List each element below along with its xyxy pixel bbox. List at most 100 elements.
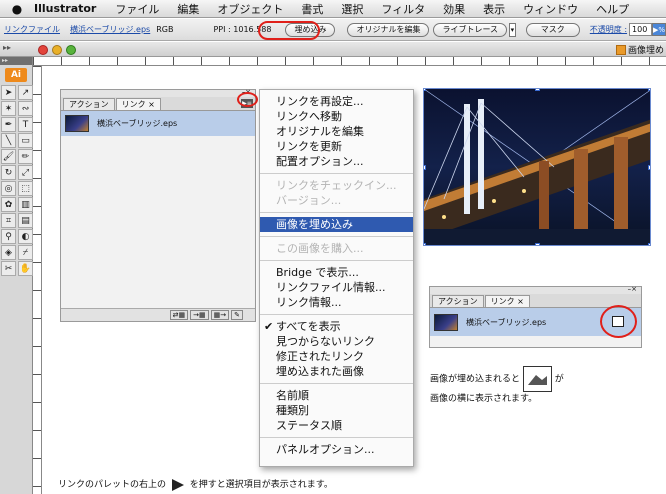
mask-button[interactable]: マスク — [525, 22, 580, 37]
bounding-handle[interactable] — [648, 243, 650, 245]
menu-view[interactable]: 表示 — [483, 1, 505, 17]
menu-filter[interactable]: フィルタ — [381, 1, 425, 17]
mesh-tool-icon[interactable]: ⌗ — [1, 213, 16, 228]
bounding-handle[interactable] — [424, 89, 426, 91]
bottom-note-text-a: リンクのパレットの右上の — [58, 480, 167, 490]
hand-tool-icon[interactable]: ✋ — [18, 261, 33, 276]
bounding-handle[interactable] — [424, 165, 426, 170]
menu-window[interactable]: ウィンドウ — [523, 1, 578, 17]
slice-tool-icon[interactable]: ⌿ — [18, 245, 33, 260]
type-tool-icon[interactable]: T — [18, 117, 33, 132]
line-tool-icon[interactable]: ╲ — [1, 133, 16, 148]
horizontal-ruler[interactable] — [33, 57, 666, 66]
warp-tool-icon[interactable]: ◎ — [1, 181, 16, 196]
menu-go-to-link[interactable]: リンクへ移動 — [260, 109, 413, 124]
link-thumbnail — [434, 313, 458, 331]
trace-options-dropdown[interactable]: ▾ — [509, 22, 516, 37]
opacity-label[interactable]: 不透明度 : — [590, 24, 627, 35]
menu-sort-by-name[interactable]: 名前順 — [260, 388, 413, 403]
pencil-tool-icon[interactable]: ✏ — [18, 149, 33, 164]
lasso-tool-icon[interactable]: ∾ — [18, 101, 33, 116]
menu-edit-original[interactable]: オリジナルを編集 — [260, 124, 413, 139]
scissors-tool-icon[interactable]: ✂ — [1, 261, 16, 276]
placed-bridge-image[interactable] — [423, 88, 651, 246]
selection-tool-icon[interactable]: ➤ — [1, 85, 16, 100]
collapse-icon[interactable]: ▸▸ — [3, 43, 11, 52]
menu-type[interactable]: 書式 — [301, 1, 323, 17]
scale-tool-icon[interactable]: ⤢ — [18, 165, 33, 180]
bridge-illustration — [424, 89, 650, 245]
rectangle-tool-icon[interactable]: ▭ — [18, 133, 33, 148]
pen-tool-icon[interactable]: ✒ — [1, 117, 16, 132]
palette-close-icon[interactable]: –× — [628, 285, 637, 293]
paintbrush-tool-icon[interactable]: 🖌 — [1, 149, 16, 164]
live-trace-button[interactable]: ライブトレース — [433, 22, 508, 37]
menu-sort-by-status[interactable]: ステータス順 — [260, 418, 413, 433]
opacity-field[interactable]: 100 — [629, 23, 652, 36]
menu-object[interactable]: オブジェクト — [217, 1, 283, 17]
menu-sort-by-kind[interactable]: 種類別 — [260, 403, 413, 418]
blend-tool-icon[interactable]: ◐ — [18, 229, 33, 244]
bounding-handle[interactable] — [648, 165, 650, 170]
minimize-window-icon[interactable] — [52, 45, 62, 55]
tab-links[interactable]: リンク × — [115, 98, 161, 110]
opacity-popup-button[interactable]: ▶% — [652, 23, 666, 36]
bounding-handle[interactable] — [424, 243, 426, 245]
palette-menu-highlight — [237, 92, 258, 107]
menu-show-missing[interactable]: 見つからないリンク — [260, 334, 413, 349]
menu-show-all[interactable]: ✔ すべてを表示 — [260, 319, 413, 334]
ai-badge: Ai — [5, 68, 27, 82]
menu-link-file-info[interactable]: リンクファイル情報... — [260, 280, 413, 295]
tab-actions[interactable]: アクション — [63, 98, 115, 110]
relink-button[interactable]: ⇄▦ — [169, 310, 189, 320]
menu-embed-image[interactable]: 画像を埋め込み — [260, 217, 413, 232]
menu-update-link[interactable]: リンクを更新 — [260, 139, 413, 154]
linked-file-link[interactable]: リンクファイル — [4, 24, 60, 35]
palette-titlebar[interactable]: –× — [61, 88, 255, 97]
symbol-sprayer-tool-icon[interactable]: ✿ — [1, 197, 16, 212]
menu-effect[interactable]: 効果 — [443, 1, 465, 17]
bottom-note-text-b: を押すと選択項目が表示されます。 — [189, 480, 333, 490]
file-name-link[interactable]: 横浜ベーブリッジ.eps — [70, 24, 150, 35]
menu-relink[interactable]: リンクを再設定... — [260, 94, 413, 109]
bounding-handle[interactable] — [648, 89, 650, 91]
menu-file[interactable]: ファイル — [115, 1, 159, 17]
close-window-icon[interactable] — [38, 45, 48, 55]
edit-original-icon[interactable]: ✎ — [231, 310, 243, 320]
tab-actions[interactable]: アクション — [432, 295, 484, 307]
rotate-tool-icon[interactable]: ↻ — [1, 165, 16, 180]
go-to-link-button[interactable]: →▦ — [190, 310, 209, 320]
tab-links[interactable]: リンク × — [484, 295, 530, 307]
menu-show-modified[interactable]: 修正されたリンク — [260, 349, 413, 364]
free-transform-tool-icon[interactable]: ⬚ — [18, 181, 33, 196]
zoom-window-icon[interactable] — [66, 45, 76, 55]
menu-placement-options[interactable]: 配置オプション... — [260, 154, 413, 169]
eyedropper-tool-icon[interactable]: ⚲ — [1, 229, 16, 244]
bounding-handle[interactable] — [535, 243, 540, 245]
graph-tool-icon[interactable]: ▥ — [18, 197, 33, 212]
direct-selection-tool-icon[interactable]: ↗ — [18, 85, 33, 100]
link-file-name: 横浜ベーブリッジ.eps — [466, 317, 547, 327]
menu-show-embedded[interactable]: 埋め込まれた画像 — [260, 364, 413, 379]
gradient-tool-icon[interactable]: ▤ — [18, 213, 33, 228]
document-tab[interactable]: 画像埋め — [615, 43, 666, 56]
vertical-ruler[interactable] — [33, 66, 42, 494]
play-triangle-icon — [171, 478, 184, 491]
menu-edit[interactable]: 編集 — [177, 1, 199, 17]
bounding-handle[interactable] — [535, 89, 540, 91]
menu-link-info[interactable]: リンク情報... — [260, 295, 413, 310]
palette-titlebar[interactable]: –× — [430, 285, 641, 294]
update-link-button[interactable]: ▦→ — [210, 310, 230, 320]
menu-separator — [260, 260, 413, 261]
menu-reveal-in-bridge[interactable]: Bridge で表示... — [260, 265, 413, 280]
apple-menu-icon[interactable]: ● — [6, 2, 28, 16]
magic-wand-tool-icon[interactable]: ✶ — [1, 101, 16, 116]
live-paint-tool-icon[interactable]: ◈ — [1, 245, 16, 260]
menu-select[interactable]: 選択 — [341, 1, 363, 17]
toolbox-grip[interactable]: ▸▸ — [0, 57, 32, 65]
link-row[interactable]: 横浜ベーブリッジ.eps — [61, 111, 255, 136]
menu-help[interactable]: ヘルプ — [596, 1, 629, 17]
app-menu[interactable]: Illustrator — [34, 2, 96, 15]
edit-original-button[interactable]: オリジナルを編集 — [347, 22, 430, 37]
menu-panel-options[interactable]: パネルオプション... — [260, 442, 413, 457]
